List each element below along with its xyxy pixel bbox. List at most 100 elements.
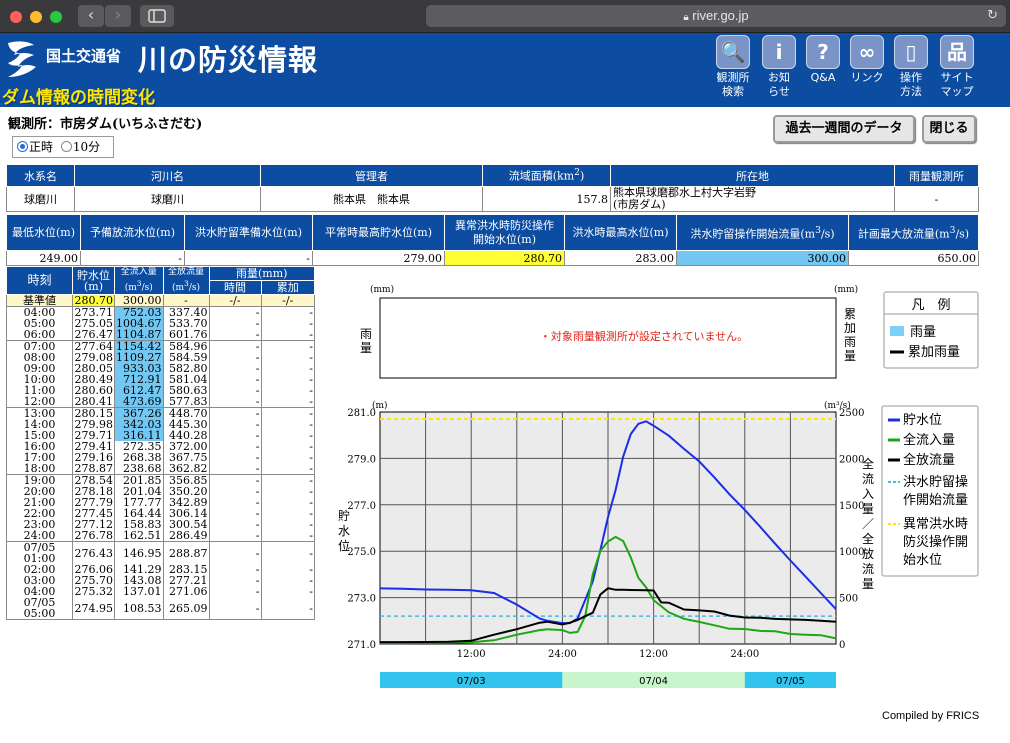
col-header: 異常洪水時防災操作 開始水位(m) <box>444 214 565 251</box>
rain-chart: (mm) (mm) 雨量 累加雨量 ・対象雨量観測所が設定されていません。 <box>360 284 858 379</box>
ylabel-right-char: 放 <box>862 546 874 561</box>
mouse-icon[interactable]: ▯ <box>894 35 928 69</box>
search-icon[interactable]: 🔍 <box>716 35 750 69</box>
location-line: (市房ダム) <box>613 198 666 211</box>
base-outflow: - <box>162 294 210 307</box>
col-header: 河川名 <box>74 164 261 187</box>
nav-label[interactable]: サイト <box>941 71 974 84</box>
radio-hourly-label[interactable]: 正時 <box>29 140 53 154</box>
outflow-cell: 601.76 <box>162 329 210 341</box>
rain-cell: - <box>208 306 262 318</box>
date-band-label: 07/05 <box>776 676 805 687</box>
cum-cell: - <box>260 340 315 352</box>
nav-label[interactable]: 方法 <box>900 85 922 98</box>
rain-cell: - <box>208 352 262 363</box>
ylabel-right-char: 量 <box>862 577 874 591</box>
radio-hourly[interactable] <box>17 141 28 152</box>
y-tick-right: 500 <box>839 594 858 605</box>
radio-10min[interactable] <box>60 141 72 152</box>
cum-cell: - <box>260 463 315 475</box>
col-header: 洪水時最高水位(m) <box>564 214 677 251</box>
radio-10min-label[interactable]: 10分 <box>73 140 100 154</box>
y-tick-right: 2000 <box>839 454 864 465</box>
y-tick-left: 271.0 <box>347 640 376 651</box>
rain-cell: - <box>208 430 262 441</box>
nav-item[interactable]: 🔍 観測所 検索 <box>710 35 756 99</box>
sitemap-icon[interactable]: 品 <box>940 35 974 69</box>
cum-cell: - <box>260 318 315 329</box>
col-header: 雨量観測所 <box>894 164 979 187</box>
rain-cell: - <box>208 396 262 408</box>
header-text: 全放流量 <box>167 267 204 277</box>
minimize-window-icon[interactable] <box>30 11 42 23</box>
station-name: 観測所：市房ダム(いちふさだむ) <box>8 117 203 132</box>
cum-cell: - <box>260 486 315 497</box>
level-value: 300.00 <box>676 250 849 266</box>
axis-label-char: 累 <box>844 307 856 321</box>
nav-label[interactable]: リンク <box>851 71 884 84</box>
cum-cell: - <box>260 452 315 463</box>
mlit-logo-icon[interactable] <box>4 37 40 81</box>
link-icon[interactable]: ∞ <box>850 35 884 69</box>
past-week-button[interactable]: 過去一週間のデータ <box>773 115 915 143</box>
close-window-icon[interactable] <box>10 11 22 23</box>
info-icon[interactable]: i <box>762 35 796 69</box>
header-unit: (m) <box>83 279 103 293</box>
cum-cell: - <box>260 441 315 452</box>
rain-cell: - <box>208 586 262 597</box>
interval-radio-group: 正時 10分 <box>12 136 114 158</box>
site-header: 国土交通省 川の防災情報 ダム情報の時間変化 🔍 観測所 検索 i お知 らせ? Q&A ∞ リ… <box>0 33 1010 108</box>
site-title[interactable]: 川の防災情報 <box>138 37 318 79</box>
browser-toolbar: ‹ › 🔒︎ river.go.jp ↻ <box>0 0 1010 33</box>
y-tick-right: 1500 <box>839 501 864 512</box>
legend-label: 始水位 <box>903 553 942 568</box>
rain-legend-title: 凡 例 <box>911 298 950 313</box>
x-tick: 24:00 <box>548 649 577 660</box>
legend-label: 貯水位 <box>903 413 942 428</box>
back-button[interactable]: ‹ <box>78 5 104 27</box>
y-tick-left: 273.0 <box>347 594 376 605</box>
nav-label[interactable]: マップ <box>941 85 974 98</box>
cum-cell: - <box>260 329 315 341</box>
rain-legend-label: 雨量 <box>910 325 936 340</box>
nav-item[interactable]: 品サイト マップ <box>934 35 980 99</box>
sidebar-toggle-icon[interactable] <box>140 5 174 27</box>
dam-charts: (mm) (mm) 雨量 累加雨量 ・対象雨量観測所が設定されていません。 凡 … <box>338 284 979 688</box>
cum-cell: - <box>260 306 315 318</box>
nav-item[interactable]: i お知 らせ <box>756 35 802 99</box>
col-header: 洪水貯留操作開始流量(m3/s) <box>676 214 849 251</box>
time-text: 05:00 <box>23 607 56 620</box>
nav-item[interactable]: ? Q&A <box>800 35 846 85</box>
reference-level-table: 最低水位(m) 予備放流水位(m) 洪水貯留準備水位(m) 平常時最高貯水位(m… <box>6 214 979 266</box>
nav-label[interactable]: お知 <box>768 71 790 84</box>
nav-item[interactable]: ▯ 操作 方法 <box>888 35 934 99</box>
inflow-cell: 162.51 <box>114 530 164 542</box>
nav-label[interactable]: 観測所 <box>717 71 750 84</box>
reload-icon[interactable]: ↻ <box>987 5 998 27</box>
date-band-label: 07/03 <box>457 676 486 687</box>
base-row: 基準値 280.70 300.00 - -/- -/- <box>6 294 315 307</box>
col-header-rain: 雨量(mm) <box>208 266 315 281</box>
y-tick-left: 279.0 <box>347 454 376 465</box>
cum-cell: - <box>260 541 315 564</box>
cum-cell: - <box>260 597 315 620</box>
forward-button[interactable]: › <box>105 5 131 27</box>
address-bar[interactable]: 🔒︎ river.go.jp ↻ <box>426 5 1006 27</box>
level-cell: 280.41 <box>72 395 115 408</box>
table-row: 24:00 276.78 162.51 286.49- - <box>6 530 315 542</box>
nav-label[interactable]: Q&A <box>811 71 836 84</box>
cum-cell: - <box>260 374 315 385</box>
nav-label[interactable]: 操作 <box>900 71 922 84</box>
question-icon[interactable]: ? <box>806 35 840 69</box>
table-row: 07/05 05:00 274.95 108.53 265.09- - <box>6 597 315 620</box>
close-button[interactable]: 閉じる <box>922 115 976 143</box>
zoom-window-icon[interactable] <box>50 11 62 23</box>
ylabel-right-char: 全 <box>862 456 874 471</box>
nav-item[interactable]: ∞ リンク <box>844 35 890 85</box>
axis-label-char: 雨 <box>360 327 372 341</box>
time-cell: 12:00 <box>6 396 73 408</box>
org-name: 国土交通省 <box>46 47 122 65</box>
nav-label[interactable]: らせ <box>768 85 790 98</box>
nav-label[interactable]: 検索 <box>722 85 744 98</box>
col-header-rain-cum: 累加 <box>260 280 315 295</box>
